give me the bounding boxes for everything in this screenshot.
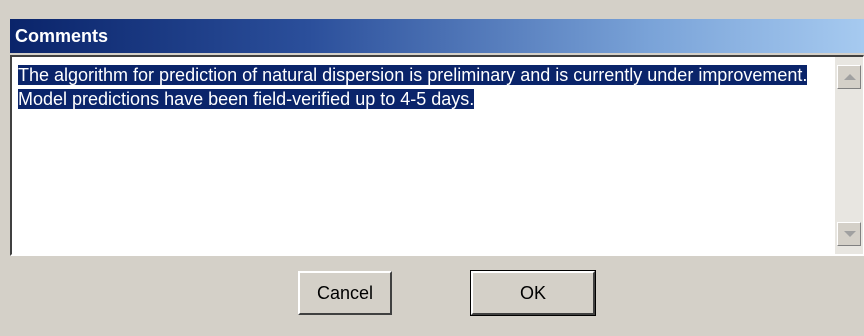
dialog-title: Comments — [15, 26, 109, 46]
comments-dialog: Comments The algorithm for prediction of… — [0, 0, 864, 336]
dialog-titlebar: Comments — [10, 19, 864, 53]
arrow-up-icon — [844, 74, 856, 80]
arrow-down-icon — [844, 231, 856, 237]
vertical-scrollbar[interactable] — [835, 57, 863, 254]
ok-button[interactable]: OK — [470, 270, 596, 316]
comments-text-area[interactable]: The algorithm for prediction of natural … — [12, 57, 835, 254]
scroll-up-button[interactable] — [837, 65, 861, 89]
scroll-down-button[interactable] — [837, 222, 861, 246]
comments-textarea[interactable]: The algorithm for prediction of natural … — [10, 55, 864, 256]
cancel-button[interactable]: Cancel — [298, 271, 392, 315]
comment-text[interactable]: The algorithm for prediction of natural … — [18, 65, 808, 109]
